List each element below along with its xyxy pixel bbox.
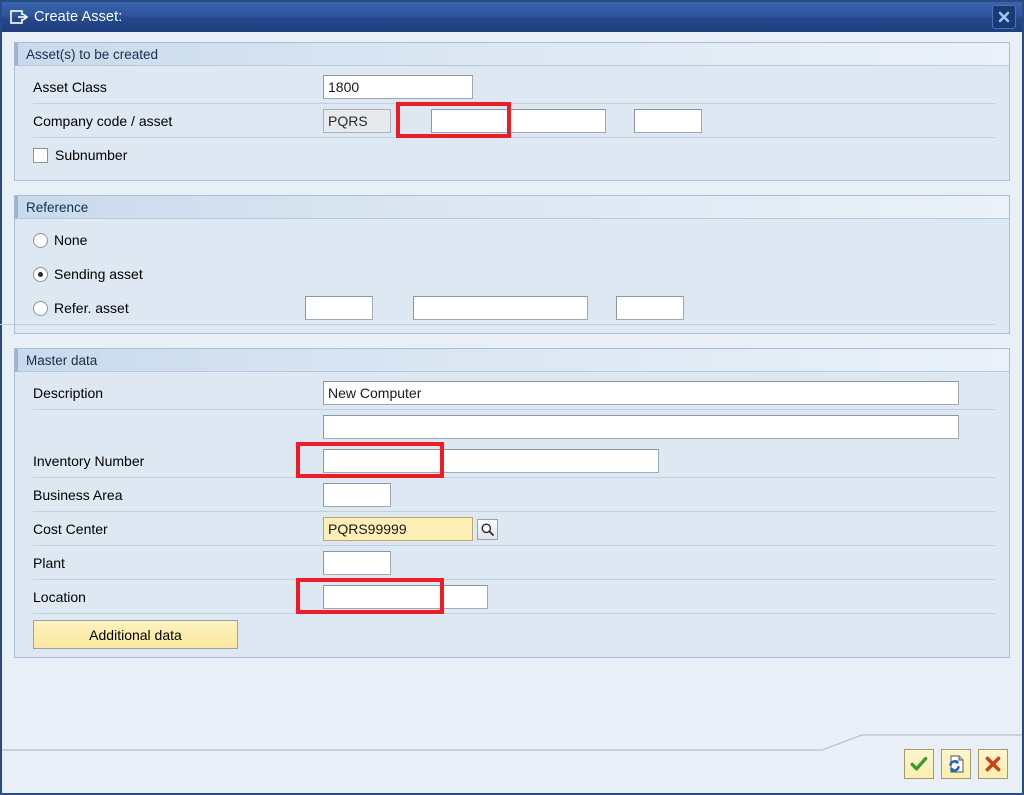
group-header-reference: Reference	[15, 196, 1009, 219]
radio-sending-asset-label: Sending asset	[54, 266, 143, 282]
subnumber-checkbox[interactable]: Subnumber	[15, 138, 1009, 172]
asset-suffix-input[interactable]	[634, 109, 702, 133]
row-reference-none: None	[15, 223, 1009, 257]
row-location: Location	[15, 580, 1009, 614]
title-bar: Create Asset:	[2, 2, 1022, 32]
company-code-asset-label: Company code / asset	[33, 104, 313, 138]
group-master-data: Master data Description New Computer Inv…	[14, 348, 1010, 658]
row-asset-class: Asset Class 1800	[15, 70, 1009, 104]
radio-none-indicator[interactable]	[33, 232, 48, 248]
radio-refer-asset-label: Refer. asset	[54, 300, 129, 316]
footer-buttons	[904, 749, 1008, 779]
row-description: Description New Computer	[15, 376, 1009, 410]
company-code-input[interactable]: PQRS	[323, 109, 391, 133]
magnifier-icon[interactable]	[477, 518, 498, 540]
group-header-master-data: Master data	[15, 349, 1009, 372]
window-export-icon	[10, 9, 28, 25]
radio-option-none[interactable]: None	[15, 223, 295, 257]
dialog-content: Asset(s) to be created Asset Class 1800 …	[0, 32, 1022, 731]
radio-option-sending-asset[interactable]: Sending asset	[15, 257, 295, 291]
row-cost-center: Cost Center PQRS99999	[15, 512, 1009, 546]
group-assets-to-be-created: Asset(s) to be created Asset Class 1800 …	[14, 42, 1010, 181]
refer-asset-number-input[interactable]	[413, 296, 588, 320]
description-line2-label	[33, 410, 313, 444]
row-reference-refer-asset: Refer. asset	[0, 291, 1009, 325]
radio-option-refer-asset[interactable]: Refer. asset	[0, 291, 295, 325]
description-input[interactable]: New Computer	[323, 381, 959, 405]
close-icon[interactable]	[992, 5, 1016, 29]
inventory-number-label: Inventory Number	[33, 444, 313, 478]
radio-refer-asset-indicator[interactable]	[33, 300, 48, 316]
row-business-area: Business Area	[15, 478, 1009, 512]
row-plant: Plant	[15, 546, 1009, 580]
inventory-number-input[interactable]	[323, 449, 659, 473]
document-refresh-icon[interactable]	[941, 749, 971, 779]
red-x-icon[interactable]	[978, 749, 1008, 779]
row-company-code-asset: Company code / asset PQRS	[15, 104, 1009, 138]
refer-asset-suffix-input[interactable]	[616, 296, 684, 320]
create-asset-dialog: Create Asset: Asset(s) to be created Ass…	[0, 0, 1024, 795]
asset-class-label: Asset Class	[33, 70, 313, 104]
radio-none-label: None	[54, 232, 88, 248]
refer-asset-company-code-input[interactable]	[305, 296, 373, 320]
radio-sending-asset-indicator[interactable]	[33, 266, 48, 282]
row-inventory-number: Inventory Number	[15, 444, 1009, 478]
group-reference: Reference None Sending asset Refer. asse…	[0, 195, 1010, 334]
group-body-master-data: Description New Computer Inventory Numbe…	[15, 372, 1009, 657]
green-check-icon[interactable]	[904, 749, 934, 779]
cost-center-label: Cost Center	[33, 512, 313, 546]
description-label: Description	[33, 376, 313, 410]
business-area-input[interactable]	[323, 483, 391, 507]
description-line2-input[interactable]	[323, 415, 959, 439]
subnumber-checkbox-box[interactable]	[33, 147, 48, 163]
window-title: Create Asset:	[34, 9, 123, 25]
group-body-reference: None Sending asset Refer. asset	[0, 219, 1009, 333]
business-area-label: Business Area	[33, 478, 313, 512]
location-label: Location	[33, 580, 313, 614]
row-reference-sending-asset: Sending asset	[15, 257, 1009, 291]
location-input[interactable]	[323, 585, 488, 609]
group-header-assets: Asset(s) to be created	[15, 43, 1009, 66]
asset-number-input[interactable]	[431, 109, 606, 133]
dialog-footer	[2, 731, 1022, 793]
subnumber-label: Subnumber	[55, 147, 128, 163]
plant-label: Plant	[33, 546, 313, 580]
row-description-line2	[15, 410, 1009, 444]
plant-input[interactable]	[323, 551, 391, 575]
footer-separator	[2, 731, 1022, 755]
asset-class-input[interactable]: 1800	[323, 75, 473, 99]
group-body-assets: Asset Class 1800 Company code / asset PQ…	[15, 66, 1009, 180]
additional-data-button[interactable]: Additional data	[33, 620, 238, 649]
cost-center-input[interactable]: PQRS99999	[323, 517, 473, 541]
